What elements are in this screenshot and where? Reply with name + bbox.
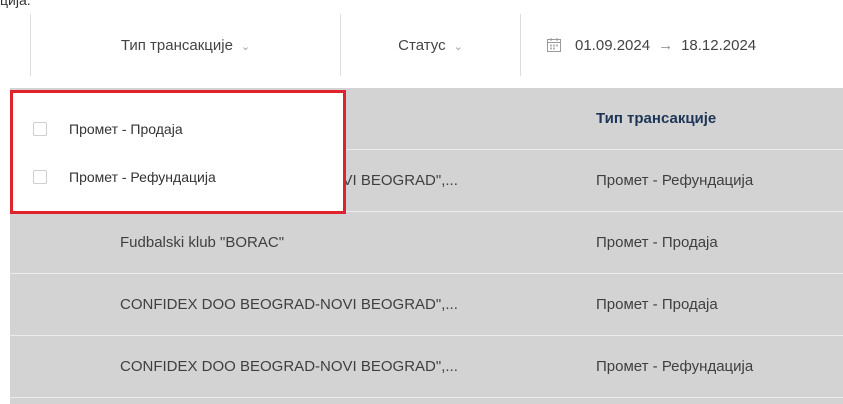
dropdown-pointer (166, 79, 184, 88)
merchant-cell: CONFIDEX DOO BEOGRAD-NOVI BEOGRAD",... (120, 358, 458, 375)
transaction-type-filter[interactable]: Тип трансакције ⌄ (30, 14, 340, 76)
date-range-picker[interactable]: 01.09.2024 → 18.12.2024 (520, 14, 843, 76)
calendar-icon (547, 38, 561, 52)
merchant-cell: CONFIDEX DOO BEOGRAD-NOVI BEOGRAD",... (120, 296, 458, 313)
arrow-right-icon: → (658, 36, 674, 54)
table-row[interactable]: CONFIDEX DOO BEOGRAD-NOVI BEOGRAD",... П… (10, 274, 843, 336)
option-refund-label: Промет - Рефундација (69, 169, 216, 185)
date-to: 18.12.2024 (681, 36, 757, 54)
chevron-down-icon: ⌄ (240, 40, 251, 53)
merchant-cell: Fudbalski klub "BORAC" (120, 234, 285, 251)
table-row[interactable]: CONFIDEX DOO BEOGRAD-NOVI BEOGRAD",... П… (10, 336, 843, 398)
status-filter-label: Статус (398, 36, 446, 54)
date-from: 01.09.2024 (575, 36, 651, 54)
table-row[interactable]: Fudbalski klub "BORAC" Промет - Продаја (10, 212, 843, 274)
checkbox-sale[interactable] (33, 122, 47, 136)
filter-toolbar: ција. Тип трансакције ⌄ Статус ⌄ 01.09.2… (0, 0, 843, 88)
chevron-down-icon: ⌄ (453, 40, 463, 53)
transaction-type-cell: Промет - Рефундација (596, 358, 754, 375)
transaction-type-dropdown: Промет - Продаја Промет - Рефундација (10, 90, 346, 214)
transaction-type-cell: Промет - Продаја (596, 234, 718, 251)
checkbox-refund[interactable] (33, 170, 47, 184)
truncated-text: ција. (0, 0, 31, 8)
transaction-type-filter-label: Тип трансакције (120, 36, 233, 54)
status-filter[interactable]: Статус ⌄ (340, 14, 520, 76)
option-sale-label: Промет - Продаја (69, 121, 183, 137)
transaction-type-cell: Промет - Рефундација (596, 172, 754, 189)
option-refund[interactable]: Промет - Рефундација (33, 169, 216, 185)
option-sale[interactable]: Промет - Продаја (33, 121, 183, 137)
transaction-type-cell: Промет - Продаја (596, 296, 718, 313)
filter-bar: Тип трансакције ⌄ Статус ⌄ 01.09.2024 → … (30, 14, 843, 76)
column-header-transaction-type[interactable]: Тип трансакције (596, 88, 716, 149)
